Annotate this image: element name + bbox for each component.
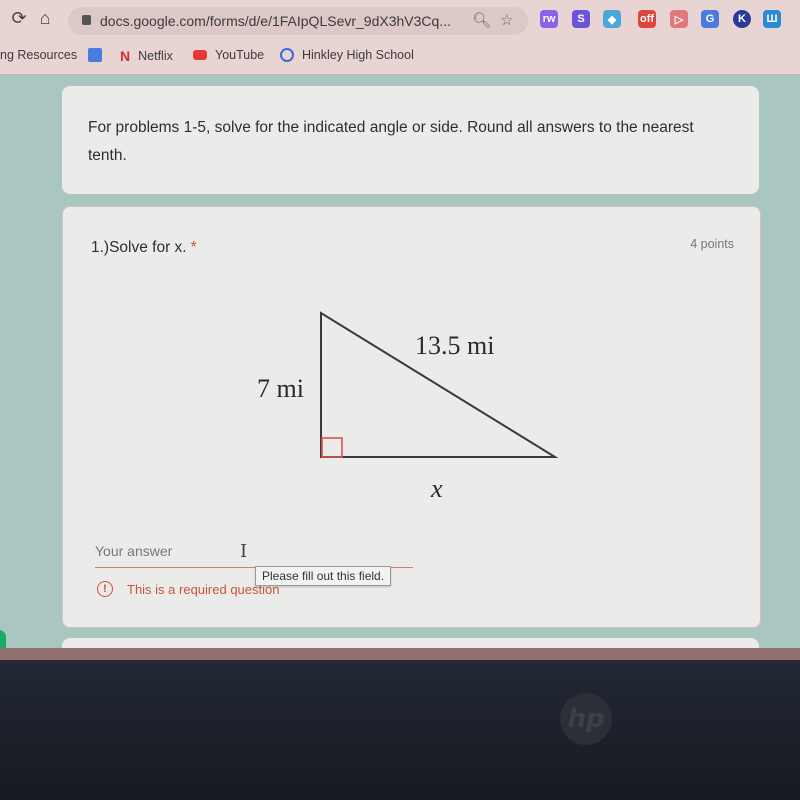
extension-puzzle-icon[interactable]: rw <box>540 10 558 28</box>
extension-m-icon[interactable]: Ш <box>763 10 781 28</box>
laptop-body <box>0 660 800 800</box>
address-bar[interactable]: docs.google.com/forms/d/e/1FAIpQLSevr_9d… <box>68 7 528 35</box>
answer-input[interactable] <box>95 543 413 559</box>
right-angle-marker <box>321 437 343 458</box>
zoom-icon[interactable]: 🔍︎ <box>472 11 491 29</box>
horizontal-leg-label: x <box>430 474 443 503</box>
extension-s-icon[interactable]: S <box>572 10 590 28</box>
bookmark-hinkley-high-school[interactable]: Hinkley High School <box>280 48 414 62</box>
required-asterisk: * <box>190 239 197 256</box>
extension-off-icon[interactable]: off <box>638 10 656 28</box>
school-icon <box>280 48 294 62</box>
triangle-diagram: 13.5 mi 7 mi x <box>257 311 559 503</box>
extension-translate-icon[interactable]: G <box>701 10 719 28</box>
url-text[interactable]: docs.google.com/forms/d/e/1FAIpQLSevr_9d… <box>100 13 451 29</box>
bookmark-netflix[interactable]: N Netflix <box>120 48 173 64</box>
required-error: ! This is a required question <box>97 581 279 597</box>
screen: ⟳ ⌂ docs.google.com/forms/d/e/1FAIpQLSev… <box>0 0 800 660</box>
vertical-leg-label: 7 mi <box>257 374 304 403</box>
browser-toolbar: ⟳ ⌂ docs.google.com/forms/d/e/1FAIpQLSev… <box>0 0 800 40</box>
netflix-icon: N <box>120 48 131 64</box>
hypotenuse-label: 13.5 mi <box>415 331 494 360</box>
youtube-icon <box>193 50 207 60</box>
extension-k-icon[interactable]: K <box>733 10 751 28</box>
form-description-card: For problems 1-5, solve for the indicate… <box>62 86 759 194</box>
bookmark-youtube[interactable]: YouTube <box>193 48 264 62</box>
home-icon[interactable]: ⌂ <box>34 8 56 29</box>
bookmark-google-docs[interactable] <box>88 48 102 62</box>
error-icon: ! <box>97 581 113 597</box>
question-card: 1.)Solve for x. * 4 points 13.5 mi 7 mi x… <box>62 206 761 628</box>
text-cursor-icon: I <box>240 541 248 562</box>
extension-diamond-icon[interactable]: ◆ <box>603 10 621 28</box>
reload-icon[interactable]: ⟳ <box>8 8 30 29</box>
question-title: 1.)Solve for x. * <box>91 239 197 256</box>
lock-icon <box>82 15 91 25</box>
google-docs-icon <box>88 48 102 62</box>
extension-arrow-icon[interactable]: ▷ <box>670 10 688 28</box>
validation-tooltip: Please fill out this field. <box>255 566 392 586</box>
hp-logo: hp <box>560 693 612 745</box>
bookmark-star-icon[interactable]: ☆ <box>500 11 513 29</box>
question-points: 4 points <box>690 237 734 251</box>
bookmarks-bar: ng Resources N Netflix YouTube Hinkley Hi… <box>0 40 800 75</box>
answer-field[interactable] <box>95 543 413 568</box>
bookmark-resources[interactable]: ng Resources <box>0 48 77 62</box>
form-instructions: For problems 1-5, solve for the indicate… <box>88 119 694 164</box>
